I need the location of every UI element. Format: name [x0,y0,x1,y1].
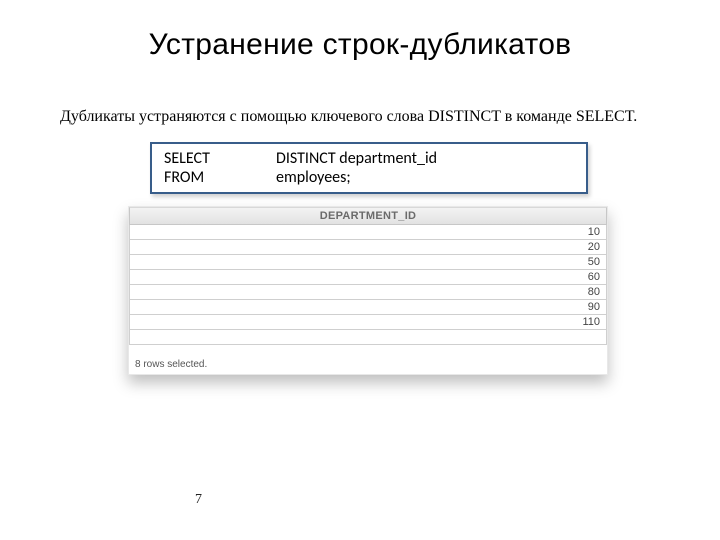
result-row: 60 [129,270,607,285]
code-rest: DISTINCT department_id [276,149,437,168]
slide-title: Устранение строк-дубликатов [0,0,720,80]
code-rest: employees; [276,168,351,187]
result-column-header: DEPARTMENT_ID [129,207,607,225]
code-keyword: FROM [164,168,276,187]
rows-selected-status: 8 rows selected. [129,345,607,374]
result-row: 50 [129,255,607,270]
sql-code-box: SELECTDISTINCT department_id FROMemploye… [150,142,588,194]
code-line-2: FROMemployees; [164,168,576,187]
result-row [129,330,607,345]
result-row: 110 [129,315,607,330]
result-row: 20 [129,240,607,255]
result-row: 90 [129,300,607,315]
page-number: 7 [195,492,202,508]
description-text: Дубликаты устраняются с помощью ключевог… [0,80,720,128]
code-keyword: SELECT [164,149,276,168]
result-row: 10 [129,225,607,240]
query-result-panel: DEPARTMENT_ID 102050608090110 8 rows sel… [128,206,608,375]
result-row: 80 [129,285,607,300]
code-line-1: SELECTDISTINCT department_id [164,149,576,168]
